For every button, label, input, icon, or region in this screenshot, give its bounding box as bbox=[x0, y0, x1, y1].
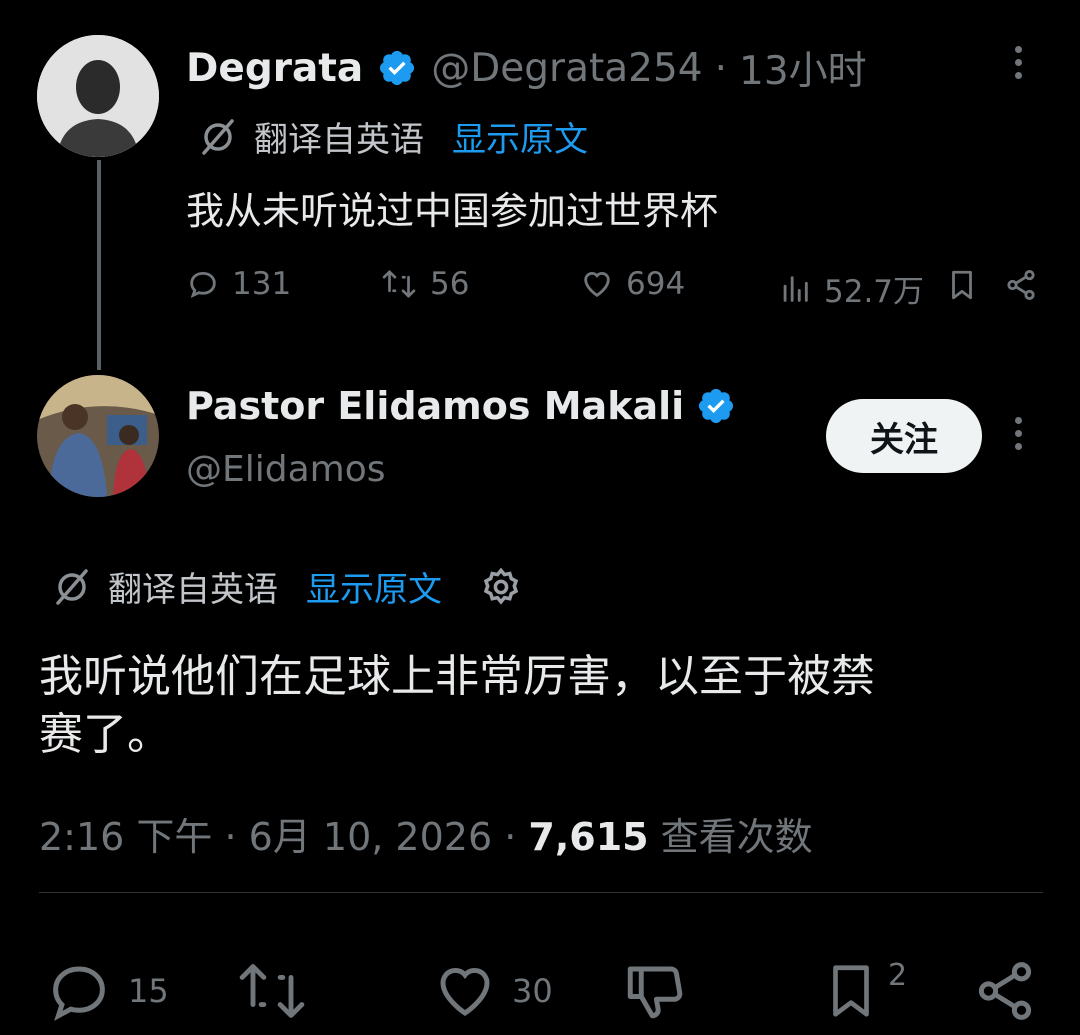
tweet-text-line: 赛了。 bbox=[39, 709, 171, 760]
analytics-icon bbox=[778, 272, 812, 306]
repost-icon bbox=[380, 267, 418, 301]
views-count: 52.7万 bbox=[824, 274, 925, 310]
like-count-button[interactable]: 694 bbox=[580, 266, 685, 302]
heart-icon bbox=[432, 958, 498, 1024]
share-icon[interactable] bbox=[972, 958, 1038, 1024]
follow-button[interactable]: 关注 bbox=[826, 399, 982, 473]
reply-action[interactable]: 15 bbox=[46, 958, 169, 1024]
repost-count-button[interactable]: 56 bbox=[380, 266, 469, 302]
verified-badge-icon bbox=[377, 48, 417, 88]
degrata-avatar[interactable] bbox=[37, 35, 159, 157]
translate-icon bbox=[198, 117, 238, 157]
tweet-text-line: 我听说他们在足球上非常厉害，以至于被禁 bbox=[39, 651, 875, 702]
post-timestamp[interactable]: 2:16 下午 · 6月 10, 2026 · bbox=[39, 815, 528, 859]
like-count: 30 bbox=[512, 972, 553, 1010]
elidamos-name-row: Pastor Elidamos Makali bbox=[186, 384, 736, 428]
post-metadata: 2:16 下午 · 6月 10, 2026 · 7,615 查看次数 bbox=[39, 806, 813, 861]
divider bbox=[39, 892, 1043, 893]
show-original-link[interactable]: 显示原文 bbox=[306, 562, 442, 611]
more-options-icon[interactable] bbox=[1015, 417, 1022, 450]
reply-icon bbox=[46, 958, 112, 1024]
reply-count-button[interactable]: 131 bbox=[186, 266, 291, 302]
bookmark-icon[interactable] bbox=[945, 268, 979, 302]
elidamos-handle[interactable]: @Elidamos bbox=[186, 449, 386, 490]
elidamos-avatar[interactable] bbox=[37, 375, 159, 497]
views-label: 查看次数 bbox=[648, 815, 813, 859]
degrata-handle[interactable]: @Degrata254 bbox=[431, 46, 702, 91]
reply-icon bbox=[186, 267, 220, 301]
dislike-icon[interactable] bbox=[622, 958, 688, 1024]
bookmark-icon bbox=[820, 958, 882, 1024]
views-number: 7,615 bbox=[528, 815, 649, 859]
share-icon[interactable] bbox=[1004, 268, 1038, 302]
translation-bar: 翻译自英语 显示原文 bbox=[198, 112, 588, 161]
more-options-icon[interactable] bbox=[1015, 46, 1022, 79]
post-time[interactable]: 13小时 bbox=[739, 40, 867, 96]
gear-icon[interactable] bbox=[480, 566, 522, 608]
like-action[interactable]: 30 bbox=[432, 958, 553, 1024]
verified-badge-icon bbox=[696, 386, 736, 426]
meta-separator: · bbox=[714, 45, 728, 91]
repost-icon[interactable] bbox=[234, 956, 310, 1026]
repost-count: 56 bbox=[430, 266, 470, 302]
views-count-button[interactable]: 52.7万 bbox=[778, 266, 924, 311]
thread-line bbox=[97, 160, 101, 370]
heart-icon bbox=[580, 267, 614, 301]
translated-label: 翻译自英语 bbox=[108, 570, 278, 610]
like-count: 694 bbox=[626, 266, 686, 302]
main-tweet-text: 我听说他们在足球上非常厉害，以至于被禁 赛了。 bbox=[39, 648, 875, 764]
main-translation-bar: 翻译自英语 显示原文 bbox=[52, 562, 522, 611]
translate-icon bbox=[52, 567, 92, 607]
degrata-tweet-text: 我从未听说过中国参加过世界杯 bbox=[186, 189, 719, 233]
reply-count: 15 bbox=[128, 972, 169, 1010]
reply-count: 131 bbox=[232, 266, 292, 302]
elidamos-display-name[interactable]: Pastor Elidamos Makali bbox=[186, 384, 684, 428]
bookmark-action[interactable]: 2 bbox=[820, 958, 907, 1024]
translated-label: 翻译自英语 bbox=[254, 120, 424, 160]
degrata-header: Degrata @Degrata254 · 13小时 bbox=[186, 40, 867, 96]
bookmark-count: 2 bbox=[888, 958, 908, 993]
show-original-link[interactable]: 显示原文 bbox=[452, 112, 588, 161]
degrata-display-name[interactable]: Degrata bbox=[186, 46, 363, 91]
